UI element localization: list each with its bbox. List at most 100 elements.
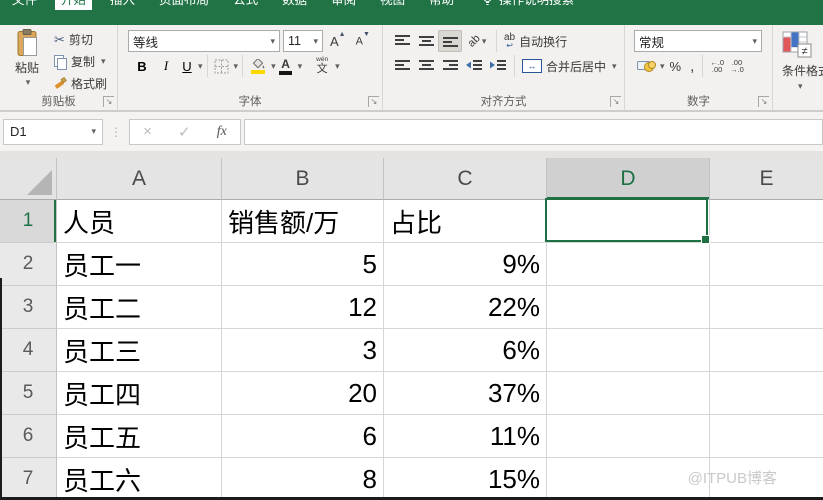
borders-button[interactable] (212, 55, 232, 77)
cell-c6[interactable]: 11% (384, 415, 547, 458)
cell-e5[interactable] (710, 372, 823, 415)
tab-page-layout[interactable]: 页面布局 (153, 0, 215, 10)
alignment-dialog-launcher-icon[interactable]: ↘ (610, 96, 621, 107)
cell-b4[interactable]: 3 (222, 329, 384, 372)
cell-a7[interactable]: 员工六 (57, 458, 222, 500)
column-header-e[interactable]: E (710, 158, 823, 200)
clipboard-dialog-launcher-icon[interactable]: ↘ (103, 96, 114, 107)
conditional-formatting-button[interactable]: ≠ 条件格式 ▾ (773, 25, 823, 110)
cell-c3[interactable]: 22% (384, 286, 547, 329)
cell-d6[interactable] (547, 415, 710, 458)
row-header-6[interactable]: 6 (0, 415, 57, 458)
cell-d7[interactable] (547, 458, 710, 500)
number-format-combo[interactable]: 常规 ▾ (634, 30, 762, 52)
comma-style-button[interactable]: , (686, 58, 698, 75)
tab-file[interactable]: 文件 (6, 0, 43, 10)
select-all-button[interactable] (0, 158, 57, 200)
italic-button[interactable]: I (154, 55, 178, 77)
active-cell-selection[interactable] (545, 198, 710, 244)
formula-input[interactable] (244, 118, 823, 145)
align-top-button[interactable] (390, 30, 414, 52)
cell-a4[interactable]: 员工三 (57, 329, 222, 372)
column-header-d[interactable]: D (547, 158, 710, 200)
cell-a6[interactable]: 员工五 (57, 415, 222, 458)
increase-indent-button[interactable] (486, 55, 510, 77)
column-header-c[interactable]: C (384, 158, 547, 200)
cell-b2[interactable]: 5 (222, 243, 384, 286)
tab-data[interactable]: 数据 (276, 0, 313, 10)
align-center-button[interactable] (414, 55, 438, 77)
row-header-4[interactable]: 4 (0, 329, 57, 372)
tell-me-search[interactable]: 操作说明搜索 (482, 0, 574, 10)
decrease-decimal-button[interactable]: .00 →.0 (727, 58, 747, 74)
wrap-text-button[interactable]: ab ↩ 自动换行 (501, 32, 570, 51)
align-bottom-button[interactable] (438, 30, 462, 52)
cell-d3[interactable] (547, 286, 710, 329)
font-color-button[interactable]: A (276, 55, 296, 77)
column-header-a[interactable]: A (57, 158, 222, 200)
fill-color-button[interactable] (247, 55, 269, 77)
row-header-2[interactable]: 2 (0, 243, 57, 286)
cell-c1[interactable]: 占比 (384, 200, 547, 243)
cut-button[interactable]: ✂ 剪切 (51, 30, 110, 49)
cell-b7[interactable]: 8 (222, 458, 384, 500)
shrink-font-button[interactable]: A▼ (353, 31, 373, 48)
cell-a1[interactable]: 人员 (57, 200, 222, 243)
bold-button[interactable]: B (130, 55, 154, 77)
font-size-combo[interactable]: 11 ▾ (283, 30, 323, 52)
format-painter-button[interactable]: 格式刷 (51, 74, 110, 93)
tab-home[interactable]: 开始 (55, 0, 93, 10)
row-header-3[interactable]: 3 (0, 286, 57, 329)
grow-font-button[interactable]: A▲ (327, 31, 349, 48)
tab-review[interactable]: 审阅 (325, 0, 362, 10)
insert-function-icon[interactable]: fx (217, 124, 227, 140)
align-left-button[interactable] (390, 55, 414, 77)
fill-handle[interactable] (701, 235, 710, 244)
accounting-format-button[interactable] (634, 55, 658, 77)
cell-a3[interactable]: 员工二 (57, 286, 222, 329)
tab-view[interactable]: 视图 (374, 0, 411, 10)
increase-decimal-button[interactable]: ←.0.00 (707, 58, 727, 74)
cell-e4[interactable] (710, 329, 823, 372)
enter-icon[interactable]: ✓ (178, 123, 191, 141)
font-dialog-launcher-icon[interactable]: ↘ (368, 96, 379, 107)
cell-b6[interactable]: 6 (222, 415, 384, 458)
cell-d2[interactable] (547, 243, 710, 286)
percent-style-button[interactable]: % (665, 59, 687, 74)
phonetic-guide-button[interactable]: wén 文 (311, 55, 333, 77)
paste-button[interactable]: 粘贴 ▾ (5, 29, 49, 93)
cell-e6[interactable] (710, 415, 823, 458)
cell-d4[interactable] (547, 329, 710, 372)
column-header-b[interactable]: B (222, 158, 384, 200)
cell-c4[interactable]: 6% (384, 329, 547, 372)
tab-help[interactable]: 帮助 (423, 0, 460, 10)
tab-insert[interactable]: 插入 (104, 0, 141, 10)
cell-b5[interactable]: 20 (222, 372, 384, 415)
cancel-icon[interactable]: × (143, 123, 152, 140)
row-header-5[interactable]: 5 (0, 372, 57, 415)
cell-b3[interactable]: 12 (222, 286, 384, 329)
cell-e1[interactable] (710, 200, 823, 243)
row-header-1[interactable]: 1 (0, 200, 57, 243)
number-dialog-launcher-icon[interactable]: ↘ (758, 96, 769, 107)
cell-b1[interactable]: 销售额/万 (222, 200, 384, 243)
cell-c5[interactable]: 37% (384, 372, 547, 415)
orientation-button[interactable]: ab ▾ (462, 30, 492, 52)
decrease-indent-button[interactable] (462, 55, 486, 77)
cell-e3[interactable] (710, 286, 823, 329)
cell-e2[interactable] (710, 243, 823, 286)
name-box[interactable]: D1 ▾ (3, 118, 103, 145)
cell-c2[interactable]: 9% (384, 243, 547, 286)
copy-button[interactable]: 复制 ▾ (51, 52, 110, 71)
cell-d5[interactable] (547, 372, 710, 415)
underline-button[interactable]: U (178, 55, 196, 77)
cell-a5[interactable]: 员工四 (57, 372, 222, 415)
merge-center-button[interactable]: ↔ 合并后居中 ▾ (519, 57, 620, 76)
resize-dots-icon[interactable]: ⋮ (110, 125, 122, 139)
cell-a2[interactable]: 员工一 (57, 243, 222, 286)
row-header-7[interactable]: 7 (0, 458, 57, 500)
align-middle-button[interactable] (414, 30, 438, 52)
tab-formulas[interactable]: 公式 (227, 0, 264, 10)
font-name-combo[interactable]: 等线 ▾ (128, 30, 280, 52)
align-right-button[interactable] (438, 55, 462, 77)
